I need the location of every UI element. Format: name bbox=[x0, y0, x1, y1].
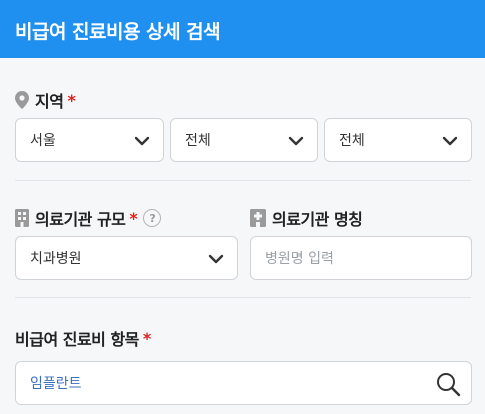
search-icon[interactable] bbox=[435, 371, 461, 397]
item-label: 비급여 진료비 항목 bbox=[15, 330, 139, 349]
divider bbox=[15, 180, 471, 181]
region-district-value: 전체 bbox=[185, 133, 211, 149]
required-mark: * bbox=[67, 90, 76, 110]
chevron-down-icon bbox=[134, 136, 150, 146]
item-label-row: 비급여 진료비 항목 * bbox=[15, 326, 151, 350]
region-town-value: 전체 bbox=[339, 133, 365, 149]
chevron-down-icon bbox=[288, 136, 304, 146]
divider bbox=[15, 297, 471, 298]
help-icon[interactable]: ? bbox=[143, 209, 162, 227]
region-district-select[interactable]: 전체 bbox=[170, 118, 318, 162]
scale-select[interactable]: 치과병원 bbox=[15, 236, 238, 280]
region-town-select[interactable]: 전체 bbox=[324, 118, 472, 162]
region-label-row: 지역 * bbox=[15, 88, 76, 112]
region-city-value: 서울 bbox=[30, 133, 56, 149]
app-header: 비급여 진료비용 상세 검색 bbox=[0, 0, 485, 58]
page-title: 비급여 진료비용 상세 검색 bbox=[15, 21, 221, 43]
item-search-value: 임플란트 bbox=[30, 376, 82, 392]
hospital-name-input[interactable]: 병원명 입력 bbox=[250, 236, 472, 280]
map-pin-icon bbox=[15, 91, 29, 109]
hospital-icon bbox=[250, 209, 266, 227]
item-search-input[interactable]: 임플란트 bbox=[15, 361, 472, 405]
scale-value: 치과병원 bbox=[30, 251, 82, 267]
scale-label: 의료기관 규모 bbox=[35, 210, 126, 229]
name-label-row: 의료기관 명칭 bbox=[250, 206, 363, 230]
hospital-name-placeholder: 병원명 입력 bbox=[265, 251, 334, 267]
name-label: 의료기관 명칭 bbox=[272, 210, 363, 229]
chevron-down-icon bbox=[442, 136, 458, 146]
region-city-select[interactable]: 서울 bbox=[15, 118, 164, 162]
chevron-down-icon bbox=[208, 254, 224, 264]
required-mark: * bbox=[129, 208, 138, 228]
scale-label-row: 의료기관 규모 * ? bbox=[15, 206, 162, 230]
required-mark: * bbox=[142, 328, 151, 348]
building-icon bbox=[15, 209, 29, 227]
region-label: 지역 bbox=[35, 92, 64, 111]
